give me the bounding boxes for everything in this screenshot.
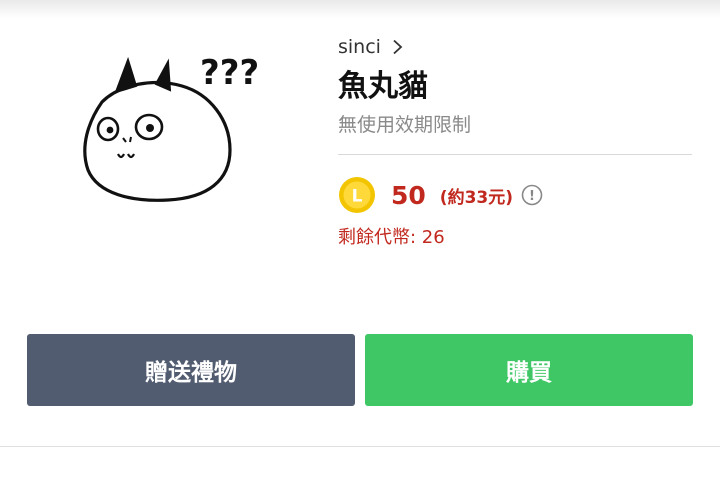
chevron-right-icon bbox=[393, 39, 403, 55]
price-amount: 50 bbox=[391, 180, 426, 210]
buy-button-label: 購買 bbox=[506, 360, 552, 386]
sticker-detail-page: ??? sinci 魚丸貓 無使用效期限制 L 50 (約33元) ! 剩餘代幣 bbox=[0, 0, 720, 480]
price-approx: (約33元) bbox=[439, 187, 513, 208]
remaining-coins: 剩餘代幣: 26 bbox=[338, 227, 445, 248]
author-name: sinci bbox=[338, 36, 381, 58]
top-shadow bbox=[0, 0, 720, 18]
coin-letter: L bbox=[352, 187, 363, 207]
gift-button[interactable]: 贈送禮物 bbox=[27, 334, 355, 406]
bottom-divider bbox=[0, 446, 720, 447]
sticker-image: ??? bbox=[83, 53, 259, 202]
validity-text: 無使用效期限制 bbox=[338, 114, 472, 136]
product-info: sinci 魚丸貓 無使用效期限制 L 50 (約33元) ! 剩餘代幣: 26 bbox=[338, 34, 692, 251]
line-coin-icon: L bbox=[339, 177, 375, 213]
info-icon-glyph: ! bbox=[529, 189, 535, 204]
product-title: 魚丸貓 bbox=[338, 69, 428, 104]
buy-button[interactable]: 購買 bbox=[365, 334, 693, 406]
author-link[interactable]: sinci bbox=[338, 34, 692, 60]
question-marks: ??? bbox=[200, 53, 259, 93]
gift-button-label: 贈送禮物 bbox=[145, 360, 237, 386]
divider bbox=[338, 154, 692, 155]
info-icon[interactable]: ! bbox=[521, 184, 543, 206]
price-row: L 50 (約33元) ! bbox=[338, 175, 692, 215]
